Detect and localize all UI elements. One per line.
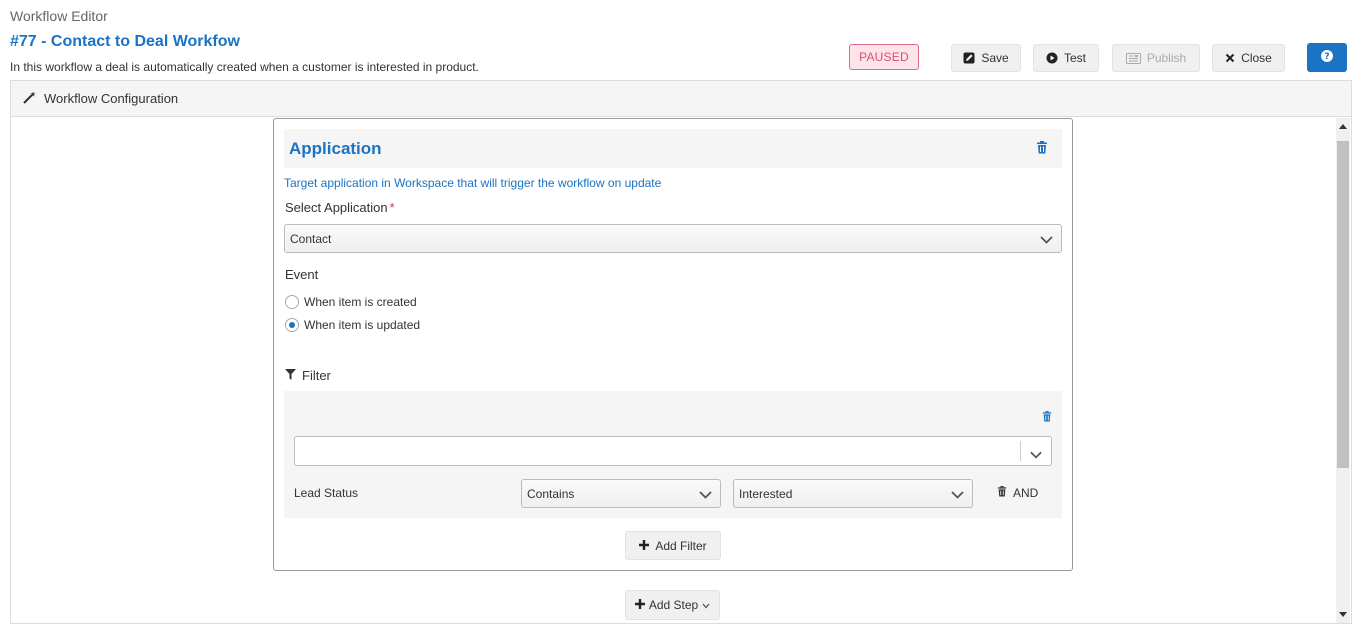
event-option-label: When item is updated (304, 318, 421, 332)
help-button[interactable]: ? (1307, 43, 1347, 72)
event-label: Event (285, 267, 319, 282)
delete-step-icon[interactable] (1036, 141, 1048, 159)
trash-icon[interactable] (997, 486, 1007, 500)
application-step-card: Application Target application in Worksp… (273, 118, 1073, 571)
and-label: AND (1013, 486, 1039, 500)
operator-value: Contains (527, 486, 575, 501)
play-circle-icon (1046, 52, 1058, 64)
magic-wand-icon (23, 91, 36, 107)
panel-header: Workflow Configuration (11, 81, 1351, 117)
publish-button[interactable]: Publish (1112, 44, 1200, 72)
panel-title: Workflow Configuration (44, 91, 179, 106)
workflow-description: In this workflow a deal is automatically… (10, 60, 479, 74)
filter-field-select[interactable] (294, 436, 1052, 466)
add-filter-label: Add Filter (655, 538, 707, 553)
test-label: Test (1063, 51, 1086, 65)
add-step-button[interactable]: Add Step (625, 590, 720, 620)
plus-icon (634, 598, 645, 612)
condition-field-label: Lead Status (294, 486, 359, 500)
newspaper-icon (1125, 52, 1141, 64)
step-subtitle: Target application in Workspace that wil… (284, 176, 662, 190)
radio-button[interactable] (285, 318, 299, 332)
test-button[interactable]: Test (1033, 44, 1099, 72)
publish-label: Publish (1146, 51, 1187, 65)
chevron-down-icon (951, 488, 964, 502)
filter-heading: Filter (285, 368, 331, 383)
status-badge: PAUSED (849, 44, 919, 70)
select-application-label: Select Application * (285, 200, 395, 215)
chevron-down-icon (1030, 446, 1042, 464)
filter-group: Lead Status Contains Interested AND (284, 391, 1062, 518)
filter-label: Filter (302, 368, 331, 383)
select-separator (1020, 441, 1021, 461)
close-icon (1225, 53, 1235, 63)
application-select[interactable]: Contact (284, 224, 1062, 253)
svg-text:?: ? (1324, 52, 1329, 62)
event-option-updated[interactable]: When item is updated (285, 318, 420, 332)
filter-icon (285, 368, 296, 383)
scrollbar[interactable] (1336, 118, 1350, 623)
close-label: Close (1241, 51, 1272, 65)
add-step-label: Add Step (648, 598, 699, 612)
filter-value: Interested (739, 486, 793, 501)
edit-icon (963, 52, 975, 64)
save-label: Save (981, 51, 1009, 65)
chevron-down-icon (699, 488, 712, 502)
close-button[interactable]: Close (1212, 44, 1285, 72)
chevron-down-icon (1040, 233, 1053, 247)
page-title: #77 - Contact to Deal Workfow (10, 33, 240, 50)
step-title: Application (289, 138, 382, 158)
step-header: Application (284, 129, 1062, 168)
breadcrumb: Workflow Editor (10, 8, 108, 24)
scroll-thumb[interactable] (1337, 141, 1349, 468)
event-option-label: When item is created (304, 295, 417, 309)
and-condition-button[interactable]: AND (997, 486, 1038, 500)
scroll-up-arrow[interactable] (1339, 124, 1347, 129)
value-select[interactable]: Interested (733, 479, 973, 508)
question-circle-icon: ? (1321, 49, 1333, 67)
plus-icon (639, 539, 650, 553)
application-select-value: Contact (290, 231, 332, 246)
radio-button[interactable] (285, 295, 299, 309)
delete-filter-icon[interactable] (1042, 409, 1052, 427)
operator-select[interactable]: Contains (521, 479, 721, 508)
event-option-created[interactable]: When item is created (285, 295, 417, 309)
add-filter-button[interactable]: Add Filter (625, 531, 721, 560)
save-button[interactable]: Save (951, 44, 1021, 72)
chevron-down-icon (702, 598, 710, 612)
scroll-down-arrow[interactable] (1339, 612, 1347, 617)
